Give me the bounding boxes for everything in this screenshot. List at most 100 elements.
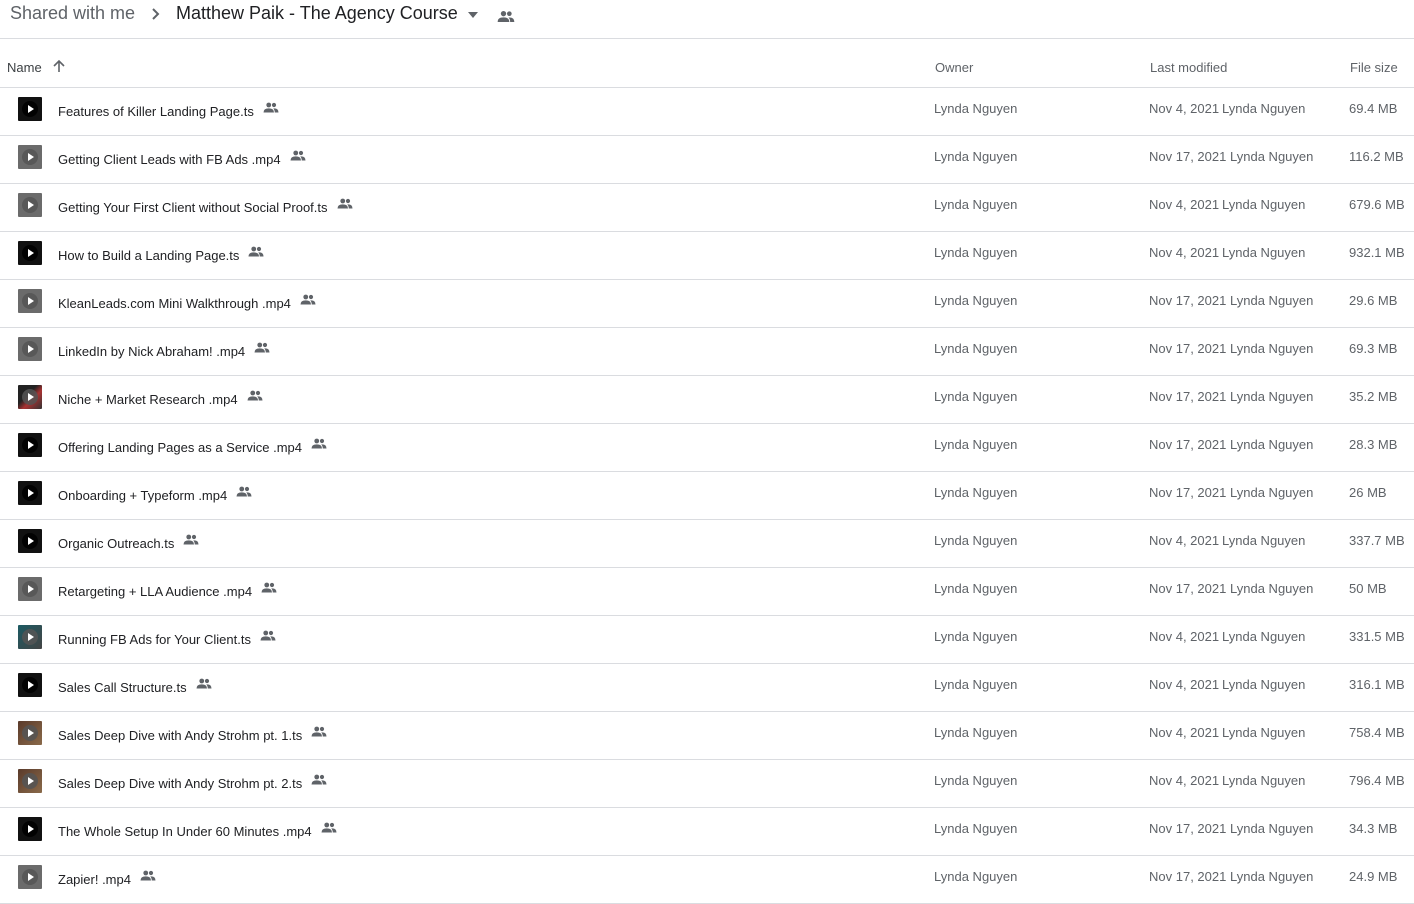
play-icon [22,677,38,693]
file-owner: Lynda Nguyen [934,485,1018,500]
file-size: 24.9 MB [1349,869,1398,884]
breadcrumb-shared-with-me[interactable]: Shared with me [10,3,135,24]
file-name[interactable]: Zapier! .mp4 [58,870,157,888]
file-owner: Lynda Nguyen [934,341,1018,356]
file-row[interactable]: Getting Client Leads with FB Ads .mp4 Ly… [0,136,1414,184]
video-thumbnail [18,193,42,217]
play-icon [22,245,38,261]
column-header-file-size[interactable]: File size [1350,60,1398,75]
file-modified-date: Nov 4, 2021 [1149,677,1220,692]
file-name[interactable]: Organic Outreach.ts [58,534,200,552]
file-name-label: Retargeting + LLA Audience .mp4 [58,583,253,599]
file-row[interactable]: Sales Deep Dive with Andy Strohm pt. 2.t… [0,760,1414,808]
play-icon [22,869,38,885]
file-size: 28.3 MB [1349,437,1398,452]
video-thumbnail [18,577,42,601]
file-owner: Lynda Nguyen [934,149,1018,164]
file-name[interactable]: Retargeting + LLA Audience .mp4 [58,582,278,600]
file-name[interactable]: LinkedIn by Nick Abraham! .mp4 [58,342,271,360]
file-row[interactable]: KleanLeads.com Mini Walkthrough .mp4 Lyn… [0,280,1414,328]
file-name-label: Getting Your First Client without Social… [58,199,328,215]
file-name[interactable]: KleanLeads.com Mini Walkthrough .mp4 [58,294,317,312]
video-thumbnail [18,481,42,505]
file-name-label: Onboarding + Typeform .mp4 [58,487,228,503]
file-modified-date: Nov 4, 2021 [1149,533,1220,548]
video-thumbnail [18,529,42,553]
people-icon [247,390,263,401]
file-row[interactable]: Zapier! .mp4 Lynda Nguyen Nov 17, 2021 L… [0,856,1414,904]
video-thumbnail [18,289,42,313]
file-owner: Lynda Nguyen [934,581,1018,596]
file-name[interactable]: Niche + Market Research .mp4 [58,390,264,408]
file-modified-date: Nov 4, 2021 [1149,629,1220,644]
file-name[interactable]: Sales Deep Dive with Andy Strohm pt. 2.t… [58,774,328,792]
file-name[interactable]: The Whole Setup In Under 60 Minutes .mp4 [58,822,338,840]
file-size: 35.2 MB [1349,389,1398,404]
file-modified-by: Lynda Nguyen [1222,533,1306,548]
people-icon [196,678,212,689]
file-row[interactable]: Organic Outreach.ts Lynda Nguyen Nov 4, … [0,520,1414,568]
file-owner: Lynda Nguyen [934,245,1018,260]
file-name-label: Sales Call Structure.ts [58,679,187,695]
file-name[interactable]: Getting Client Leads with FB Ads .mp4 [58,150,307,168]
arrow-drop-down-icon[interactable] [466,8,480,22]
column-header-last-modified[interactable]: Last modified [1150,60,1227,75]
file-modified-by: Lynda Nguyen [1230,341,1314,356]
file-owner: Lynda Nguyen [934,725,1018,740]
play-icon [22,101,38,117]
file-name-label: Sales Deep Dive with Andy Strohm pt. 1.t… [58,727,303,743]
file-name[interactable]: Running FB Ads for Your Client.ts [58,630,277,648]
file-owner: Lynda Nguyen [934,437,1018,452]
column-header-name[interactable]: Name [7,60,42,75]
file-name-label: KleanLeads.com Mini Walkthrough .mp4 [58,295,291,311]
file-owner: Lynda Nguyen [934,197,1018,212]
file-modified-by: Lynda Nguyen [1230,437,1314,452]
file-name-label: Offering Landing Pages as a Service .mp4 [58,439,303,455]
file-size: 758.4 MB [1349,725,1405,740]
file-modified-date: Nov 17, 2021 [1149,821,1227,836]
file-name[interactable]: Offering Landing Pages as a Service .mp4 [58,438,328,456]
column-header-owner[interactable]: Owner [935,60,973,75]
file-name[interactable]: Onboarding + Typeform .mp4 [58,486,253,504]
arrow-upward-icon[interactable] [52,59,66,73]
file-row[interactable]: Sales Call Structure.ts Lynda Nguyen Nov… [0,664,1414,712]
file-name[interactable]: How to Build a Landing Page.ts [58,246,265,264]
file-size: 116.2 MB [1349,149,1404,164]
file-size: 34.3 MB [1349,821,1398,836]
people-icon [183,534,199,545]
file-modified-by: Lynda Nguyen [1222,101,1306,116]
people-icon [311,438,327,449]
people-icon [311,774,327,785]
file-owner: Lynda Nguyen [934,869,1018,884]
file-name[interactable]: Getting Your First Client without Social… [58,198,354,216]
file-modified-by: Lynda Nguyen [1222,629,1306,644]
file-row[interactable]: Sales Deep Dive with Andy Strohm pt. 1.t… [0,712,1414,760]
people-icon [261,582,277,593]
breadcrumb-current-folder[interactable]: Matthew Paik - The Agency Course [176,3,458,24]
file-name-label: Sales Deep Dive with Andy Strohm pt. 2.t… [58,775,303,791]
file-owner: Lynda Nguyen [934,101,1018,116]
file-row[interactable]: Offering Landing Pages as a Service .mp4… [0,424,1414,472]
file-owner: Lynda Nguyen [934,629,1018,644]
people-icon [497,11,515,22]
file-row[interactable]: Getting Your First Client without Social… [0,184,1414,232]
video-thumbnail [18,337,42,361]
file-row[interactable]: How to Build a Landing Page.ts Lynda Ngu… [0,232,1414,280]
file-row[interactable]: Niche + Market Research .mp4 Lynda Nguye… [0,376,1414,424]
file-row[interactable]: LinkedIn by Nick Abraham! .mp4 Lynda Ngu… [0,328,1414,376]
file-row[interactable]: The Whole Setup In Under 60 Minutes .mp4… [0,808,1414,856]
file-row[interactable]: Features of Killer Landing Page.ts Lynda… [0,88,1414,136]
file-name[interactable]: Features of Killer Landing Page.ts [58,102,280,120]
file-modified-date: Nov 17, 2021 [1149,341,1227,356]
file-name-label: Getting Client Leads with FB Ads .mp4 [58,151,281,167]
file-name[interactable]: Sales Call Structure.ts [58,678,213,696]
file-modified-by: Lynda Nguyen [1222,197,1306,212]
file-name-label: Features of Killer Landing Page.ts [58,103,254,119]
file-row[interactable]: Running FB Ads for Your Client.ts Lynda … [0,616,1414,664]
file-name[interactable]: Sales Deep Dive with Andy Strohm pt. 1.t… [58,726,328,744]
file-row[interactable]: Retargeting + LLA Audience .mp4 Lynda Ng… [0,568,1414,616]
play-icon [22,293,38,309]
file-modified-by: Lynda Nguyen [1230,293,1314,308]
video-thumbnail [18,241,42,265]
file-row[interactable]: Onboarding + Typeform .mp4 Lynda Nguyen … [0,472,1414,520]
